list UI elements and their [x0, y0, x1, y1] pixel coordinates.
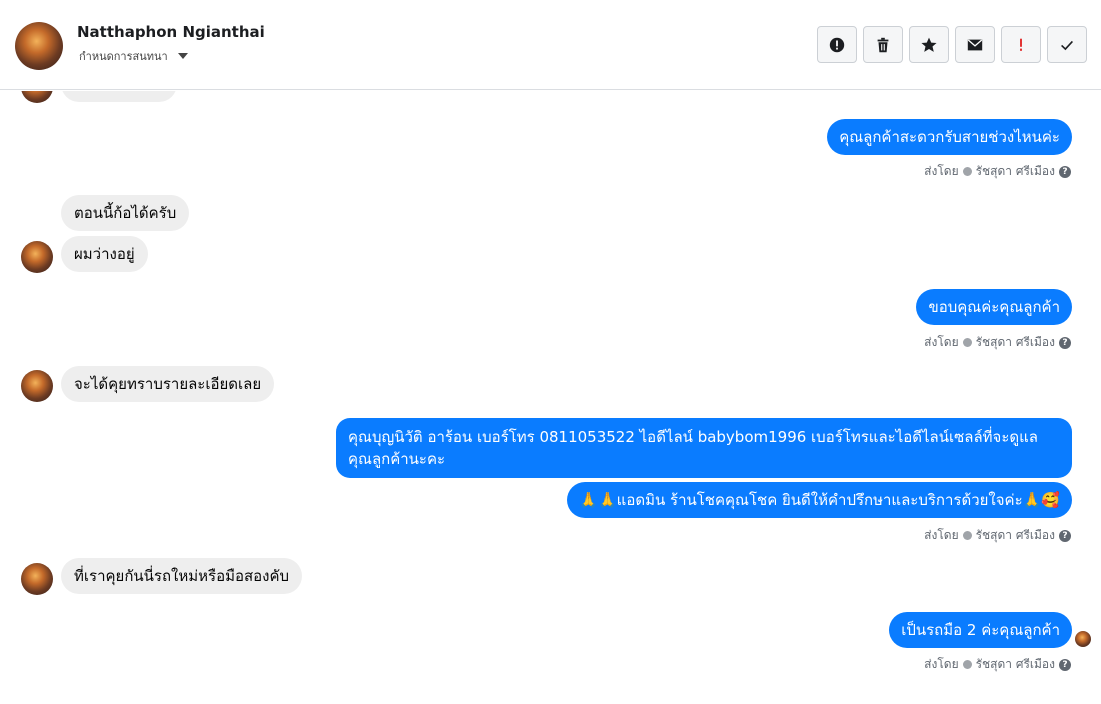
help-icon[interactable]: ?: [1059, 165, 1071, 178]
sent-by-label: ส่งโดย รัชสุดา ศรีเมือง ?: [924, 526, 1071, 545]
sender-avatar: [21, 370, 53, 402]
agent-avatar-icon: [962, 660, 972, 669]
contact-avatar[interactable]: [15, 22, 63, 70]
alert-circle-icon: [829, 37, 845, 52]
incoming-message-bubble: จะได้คุยทราบรายละเอียดเลย: [61, 366, 275, 402]
contact-name[interactable]: Natthaphon Ngianthai: [77, 23, 265, 41]
star-icon: [921, 37, 937, 52]
envelope-icon: [967, 39, 983, 50]
sender-avatar: [21, 91, 53, 103]
outgoing-message-bubble: 🙏🙏แอดมิน ร้านโชคคุณโชค ยินดีให้คำปรึกษาแ…: [567, 482, 1072, 518]
caret-down-icon: [177, 53, 188, 59]
agent-avatar-icon: [962, 338, 972, 347]
star-button[interactable]: [909, 26, 949, 63]
help-icon[interactable]: ?: [1059, 658, 1071, 671]
sent-by-prefix: ส่งโดย: [924, 528, 959, 542]
incoming-message-bubble: ผมว่างอยู่: [61, 236, 148, 272]
sent-by-label: ส่งโดย รัชสุดา ศรีเมือง ?: [924, 162, 1071, 181]
delete-button[interactable]: [863, 26, 903, 63]
conversation-header: Natthaphon Ngianthai กำหนดการสนทนา: [0, 0, 1101, 90]
agent-avatar-icon: [962, 167, 972, 176]
sent-by-label: ส่งโดย รัชสุดา ศรีเมือง ?: [924, 333, 1071, 352]
conversation-settings[interactable]: กำหนดการสนทนา: [79, 47, 188, 65]
outgoing-message-bubble: คุณบุญนิวัติ อาร้อน เบอร์โทร 0811053522 …: [336, 418, 1072, 478]
conversation-settings-label: กำหนดการสนทนา: [79, 50, 168, 63]
sent-by-agent: รัชสุดา ศรีเมือง: [975, 164, 1055, 178]
incoming-message-bubble: [61, 91, 177, 102]
checkmark-icon: [1061, 40, 1073, 50]
outgoing-message-bubble: คุณลูกค้าสะดวกรับสายช่วงไหนค่ะ: [827, 119, 1072, 155]
sender-avatar: [21, 563, 53, 595]
trash-icon: [877, 37, 889, 52]
seen-receipt-avatar: [1075, 631, 1091, 647]
mark-spam-button[interactable]: [817, 26, 857, 63]
outgoing-message-bubble: ขอบคุณค่ะคุณลูกค้า: [916, 289, 1072, 325]
mark-done-button[interactable]: [1047, 26, 1087, 63]
sent-by-prefix: ส่งโดย: [924, 164, 959, 178]
mark-unread-button[interactable]: [955, 26, 995, 63]
message-thread: คุณลูกค้าสะดวกรับสายช่วงไหนค่ะ ส่งโดย รั…: [0, 91, 1101, 704]
help-icon[interactable]: ?: [1059, 336, 1071, 349]
sent-by-prefix: ส่งโดย: [924, 657, 959, 671]
sent-by-agent: รัชสุดา ศรีเมือง: [975, 657, 1055, 671]
toolbar: [817, 26, 1087, 63]
sender-avatar: [21, 241, 53, 273]
incoming-message-bubble: ที่เราคุยกันนี่รถใหม่หรือมือสองคับ: [61, 558, 303, 594]
exclamation-icon: [1020, 38, 1022, 51]
sent-by-label: ส่งโดย รัชสุดา ศรีเมือง ?: [924, 655, 1071, 674]
sent-by-prefix: ส่งโดย: [924, 335, 959, 349]
agent-avatar-icon: [962, 531, 972, 540]
sent-by-agent: รัชสุดา ศรีเมือง: [975, 528, 1055, 542]
help-icon[interactable]: ?: [1059, 529, 1071, 542]
mark-important-button[interactable]: [1001, 26, 1041, 63]
sent-by-agent: รัชสุดา ศรีเมือง: [975, 335, 1055, 349]
incoming-message-bubble: ตอนนี้ก้อได้ครับ: [61, 195, 190, 231]
outgoing-message-bubble: เป็นรถมือ 2 ค่ะคุณลูกค้า: [889, 612, 1072, 648]
